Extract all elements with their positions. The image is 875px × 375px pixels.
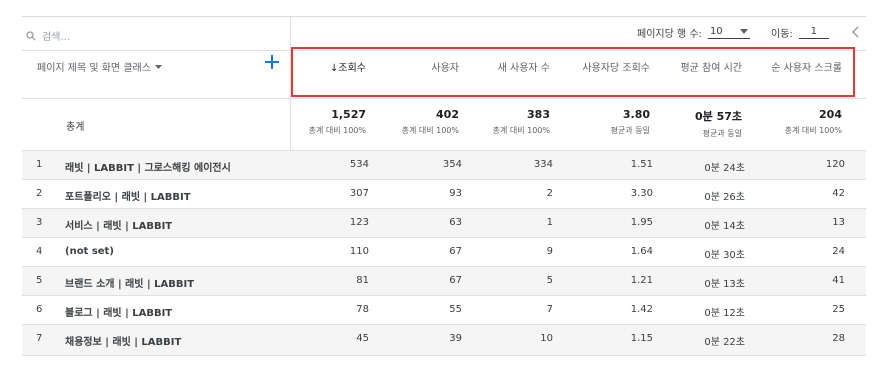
row-index: 7	[36, 333, 43, 344]
metric-header-scrolled-users[interactable]: 순 사용자 스크롤	[771, 59, 842, 74]
row-users: 67	[449, 246, 462, 257]
row-users: 55	[449, 304, 462, 315]
row-users: 354	[442, 159, 462, 170]
row-avg-engagement: 0분 22초	[704, 337, 745, 348]
rows-per-page: 페이지당 행 수: 10	[637, 25, 750, 40]
row-scrolled-users: 13	[832, 217, 845, 228]
row-title[interactable]: 포트폴리오 | 래빗 | LABBIT	[65, 188, 191, 203]
row-views: 534	[349, 159, 369, 170]
table-row[interactable]: 1 래빗 | LABBIT | 그로스해킹 에이전시 534 354 334 1…	[22, 150, 866, 180]
caret-down-icon	[739, 29, 748, 34]
row-avg-engagement: 0분 24초	[704, 163, 745, 174]
row-new-users: 2	[546, 188, 553, 199]
goto-label: 이동:	[771, 29, 793, 40]
row-title[interactable]: 서비스 | 래빗 | LABBIT	[65, 217, 172, 232]
row-views-per-user: 1.64	[630, 246, 653, 257]
row-new-users: 5	[546, 275, 553, 286]
row-views-per-user: 1.15	[630, 333, 653, 344]
row-views: 78	[356, 304, 369, 315]
row-new-users: 9	[546, 246, 553, 257]
metric-header-new-users[interactable]: 새 사용자 수	[498, 59, 550, 74]
total-views: 1,527 총계 대비 100%	[308, 108, 366, 135]
row-views-per-user: 1.42	[630, 304, 653, 315]
metric-header-users[interactable]: 사용자	[431, 59, 459, 74]
row-avg-engagement: 0분 12초	[704, 308, 745, 319]
dimension-selector[interactable]: 페이지 제목 및 화면 클래스	[37, 59, 162, 74]
row-new-users: 10	[540, 333, 553, 344]
total-new-users: 383 총계 대비 100%	[492, 108, 550, 135]
chevron-left-icon[interactable]	[851, 26, 859, 42]
row-avg-engagement: 0분 13초	[704, 279, 745, 290]
totals-label: 총계	[66, 122, 85, 133]
row-title[interactable]: 채용정보 | 래빗 | LABBIT	[65, 333, 181, 348]
row-scrolled-users: 41	[832, 275, 845, 286]
row-index: 6	[36, 304, 43, 315]
row-scrolled-users: 28	[832, 333, 845, 344]
total-avg-engagement: 0분 57초 평균과 동일	[694, 110, 742, 138]
row-views: 81	[356, 275, 369, 286]
row-avg-engagement: 0분 14초	[704, 221, 745, 232]
row-index: 5	[36, 275, 43, 286]
toolbar-divider	[290, 16, 291, 50]
row-scrolled-users: 24	[832, 246, 845, 257]
row-new-users: 1	[546, 217, 553, 228]
rows-per-page-select[interactable]: 10	[707, 26, 750, 39]
row-index: 3	[36, 217, 43, 228]
row-views-per-user: 1.51	[630, 159, 653, 170]
search-input[interactable]: 검색...	[42, 28, 70, 43]
total-scrolled-users: 204 총계 대비 100%	[784, 108, 842, 135]
row-views: 307	[349, 188, 369, 199]
table-row[interactable]: 3 서비스 | 래빗 | LABBIT 123 63 1 1.95 0분 14초…	[22, 208, 866, 238]
table-row[interactable]: 5 브랜드 소개 | 래빗 | LABBIT 81 67 5 1.21 0분 1…	[22, 266, 866, 296]
search-icon	[26, 30, 36, 41]
add-dimension-button[interactable]	[264, 53, 280, 75]
row-scrolled-users: 120	[825, 159, 845, 170]
total-views-per-user: 3.80 평균과 동일	[610, 108, 650, 135]
metric-header-avg-engagement[interactable]: 평균 참여 시간	[680, 59, 742, 74]
row-avg-engagement: 0분 26초	[704, 192, 745, 203]
row-index: 4	[36, 246, 43, 257]
row-views: 110	[349, 246, 369, 257]
table-row[interactable]: 4 (not set) 110 67 9 1.64 0분 30초 24	[22, 237, 866, 267]
row-users: 67	[449, 275, 462, 286]
table-row[interactable]: 6 블로그 | 래빗 | LABBIT 78 55 7 1.42 0분 12초 …	[22, 295, 866, 325]
row-scrolled-users: 42	[832, 188, 845, 199]
row-scrolled-users: 25	[832, 304, 845, 315]
row-views-per-user: 3.30	[630, 188, 653, 199]
row-users: 39	[449, 333, 462, 344]
row-index: 1	[36, 159, 43, 170]
search-box[interactable]: 검색...	[26, 28, 70, 43]
metric-header-views-per-user[interactable]: 사용자당 조회수	[582, 59, 650, 74]
row-title[interactable]: 래빗 | LABBIT | 그로스해킹 에이전시	[65, 159, 231, 174]
row-views-per-user: 1.95	[630, 217, 653, 228]
metric-header-views[interactable]: ↓조회수	[330, 59, 366, 74]
caret-down-icon	[154, 64, 162, 69]
row-new-users: 7	[546, 304, 553, 315]
total-users: 402 총계 대비 100%	[401, 108, 459, 135]
row-index: 2	[36, 188, 43, 199]
rows-per-page-value: 10	[709, 26, 723, 37]
rows-per-page-label: 페이지당 행 수:	[637, 29, 702, 40]
row-title[interactable]: 브랜드 소개 | 래빗 | LABBIT	[65, 275, 194, 290]
row-views-per-user: 1.21	[630, 275, 653, 286]
dimension-label: 페이지 제목 및 화면 클래스	[37, 63, 151, 74]
goto-input[interactable]: 1	[798, 26, 829, 39]
plus-icon	[265, 55, 279, 69]
row-users: 63	[449, 217, 462, 228]
row-title[interactable]: 블로그 | 래빗 | LABBIT	[65, 304, 172, 319]
table-row[interactable]: 2 포트폴리오 | 래빗 | LABBIT 307 93 2 3.30 0분 2…	[22, 179, 866, 209]
goto-page: 이동: 1	[771, 25, 829, 40]
table-row[interactable]: 7 채용정보 | 래빗 | LABBIT 45 39 10 1.15 0분 22…	[22, 324, 866, 356]
row-title[interactable]: (not set)	[65, 246, 114, 257]
row-users: 93	[449, 188, 462, 199]
row-views: 45	[356, 333, 369, 344]
row-avg-engagement: 0분 30초	[704, 250, 745, 261]
row-new-users: 334	[533, 159, 553, 170]
row-views: 123	[349, 217, 369, 228]
